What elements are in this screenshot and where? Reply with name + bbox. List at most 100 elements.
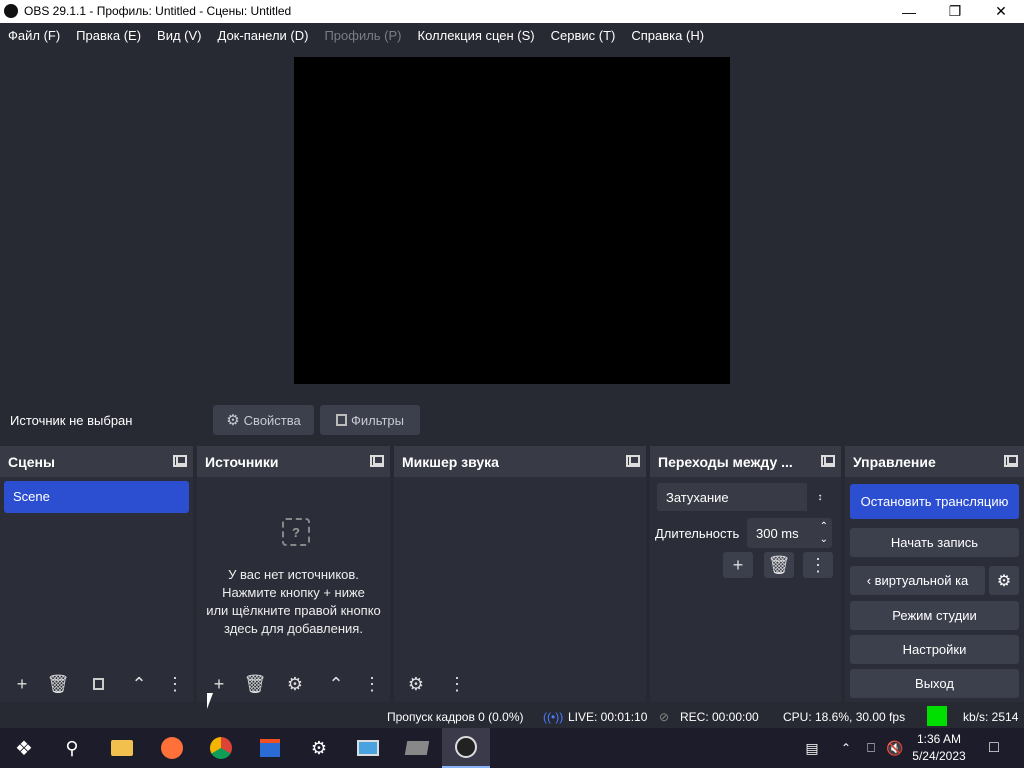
- duration-spinbox[interactable]: 300 ms ⌃ ⌄: [747, 518, 832, 548]
- empty-line: Нажмите кнопку + ниже: [222, 585, 365, 600]
- search-icon[interactable]: ⚲: [48, 728, 96, 768]
- dropped-frames-status: Пропуск кадров 0 (0.0%): [387, 710, 524, 724]
- chevron-up-icon[interactable]: ⌃: [832, 728, 860, 768]
- sources-dock-title: Источники: [197, 446, 390, 477]
- transition-select[interactable]: Затухание ↕: [657, 483, 833, 511]
- add-scene-button[interactable]: +: [7, 671, 37, 697]
- more-vertical-icon: ⋮: [166, 673, 184, 694]
- virtual-camera-settings-button[interactable]: ⚙: [989, 566, 1019, 595]
- studio-mode-button[interactable]: Режим студии: [850, 601, 1019, 630]
- gears-icon: ⚙: [407, 673, 425, 694]
- sources-dock: Источники ? У вас нет источников. Нажмит…: [197, 446, 390, 702]
- file-explorer-icon[interactable]: [98, 728, 146, 768]
- settings-app-icon[interactable]: ⚙: [295, 728, 343, 768]
- more-vertical-icon: ⋮: [809, 554, 827, 575]
- no-source-label: Источник не выбран: [10, 413, 133, 428]
- filters-button[interactable]: Фильтры: [320, 405, 420, 435]
- firefox-icon[interactable]: [148, 728, 196, 768]
- notifications-icon[interactable]: □: [970, 728, 1018, 768]
- trash-icon: 🗑: [46, 673, 70, 694]
- transitions-dock: Переходы между ... Затухание ↕ Длительно…: [650, 446, 841, 702]
- window-title: OBS 29.1.1 - Профиль: Untitled - Сцены: …: [24, 4, 292, 18]
- title-bar: OBS 29.1.1 - Профиль: Untitled - Сцены: …: [0, 0, 1024, 23]
- source-context-bar: Источник не выбран ⚙ Свойства Фильтры: [0, 400, 1024, 440]
- source-properties-button[interactable]: ⚙: [280, 671, 310, 697]
- more-vertical-icon: ⋮: [448, 673, 466, 694]
- menu-view[interactable]: Вид (V): [151, 28, 207, 43]
- float-dock-icon[interactable]: [1004, 455, 1018, 467]
- transition-more-button[interactable]: ⋮: [803, 552, 833, 578]
- maximize-button[interactable]: ❐: [932, 0, 978, 23]
- empty-line: или щёлкните правой кнопко: [206, 603, 381, 618]
- obs-taskbar-icon[interactable]: [442, 728, 490, 768]
- properties-label: Свойства: [243, 412, 301, 428]
- live-status: LIVE: 00:01:10: [568, 710, 648, 724]
- bitrate-status: kb/s: 2514: [963, 710, 1019, 724]
- float-dock-icon[interactable]: [626, 455, 640, 467]
- scenes-dock: Сцены Scene + 🗑 ⌃ ⋮: [0, 446, 193, 702]
- transition-type-value: Затухание: [666, 490, 729, 505]
- empty-line: здесь для добавления.: [224, 621, 363, 636]
- more-vertical-icon: ⋮: [363, 673, 381, 694]
- chrome-icon[interactable]: [197, 728, 245, 768]
- add-transition-button[interactable]: +: [723, 552, 753, 578]
- menu-tools[interactable]: Сервис (T): [545, 28, 622, 43]
- volume-muted-icon[interactable]: 🔇: [882, 728, 908, 768]
- move-scene-up-button[interactable]: ⌃: [124, 671, 154, 697]
- duration-label: Длительность: [655, 526, 740, 541]
- plus-icon: +: [732, 554, 744, 575]
- exit-button[interactable]: Выход: [850, 669, 1019, 698]
- scenes-dock-title: Сцены: [0, 446, 193, 477]
- filters-label: Фильтры: [350, 412, 404, 428]
- stop-streaming-button[interactable]: Остановить трансляцию: [850, 484, 1019, 519]
- store-icon[interactable]: [246, 728, 294, 768]
- rec-icon: ⊘: [659, 710, 670, 724]
- menu-file[interactable]: Файл (F): [2, 28, 66, 43]
- move-source-up-button[interactable]: ⌃: [321, 671, 351, 697]
- question-icon: ?: [282, 518, 310, 546]
- menu-bar: Файл (F) Правка (E) Вид (V) Док-панели (…: [0, 23, 1024, 47]
- remove-transition-button[interactable]: 🗑: [764, 552, 794, 578]
- news-icon[interactable]: ▤: [788, 728, 836, 768]
- spin-arrows-icon[interactable]: ⌃ ⌄: [820, 520, 828, 546]
- menu-docks[interactable]: Док-панели (D): [212, 28, 315, 43]
- float-dock-icon[interactable]: [173, 455, 187, 467]
- empty-line: У вас нет источников.: [228, 567, 359, 582]
- scene-more-button[interactable]: ⋮: [166, 671, 184, 697]
- menu-help[interactable]: Справка (H): [625, 28, 710, 43]
- filter-icon: [92, 678, 104, 690]
- gear-icon: ⚙: [996, 572, 1012, 590]
- mouse-cursor-icon: [207, 693, 213, 709]
- scene-filters-button[interactable]: [83, 671, 113, 697]
- clock[interactable]: 1:36 AM 5/24/2023: [908, 731, 970, 765]
- remove-source-button[interactable]: 🗑: [240, 671, 270, 697]
- preview-canvas[interactable]: [294, 57, 730, 384]
- float-dock-icon[interactable]: [370, 455, 384, 467]
- close-button[interactable]: ✕: [978, 0, 1024, 23]
- duration-value: 300 ms: [756, 526, 799, 541]
- filter-icon: [335, 414, 347, 426]
- clock-date: 5/24/2023: [912, 749, 966, 763]
- status-bar: Пропуск кадров 0 (0.0%) ((•)) LIVE: 00:0…: [0, 706, 1024, 728]
- app-icon[interactable]: [393, 728, 441, 768]
- trash-icon: 🗑: [243, 673, 267, 694]
- chevron-up-icon: ⌃: [328, 673, 344, 694]
- minimize-button[interactable]: —: [886, 0, 932, 23]
- updown-icon: ↕: [807, 483, 833, 511]
- network-icon[interactable]: ⎕: [858, 728, 884, 768]
- float-dock-icon[interactable]: [821, 455, 835, 467]
- properties-button[interactable]: ⚙ Свойства: [213, 405, 314, 435]
- control-panel-icon[interactable]: [344, 728, 392, 768]
- settings-button[interactable]: Настройки: [850, 635, 1019, 664]
- virtual-camera-button[interactable]: ‹ виртуальной ка: [850, 566, 985, 595]
- menu-scene-collection[interactable]: Коллекция сцен (S): [412, 28, 541, 43]
- source-more-button[interactable]: ⋮: [363, 671, 381, 697]
- mixer-more-button[interactable]: ⋮: [442, 671, 472, 697]
- windows-start-icon[interactable]: ❖: [0, 728, 48, 768]
- remove-scene-button[interactable]: 🗑: [43, 671, 73, 697]
- mixer-settings-button[interactable]: ⚙: [401, 671, 431, 697]
- start-recording-button[interactable]: Начать запись: [850, 528, 1019, 557]
- menu-edit[interactable]: Правка (E): [70, 28, 147, 43]
- chevron-up-icon: ⌃: [131, 673, 147, 694]
- scene-item[interactable]: Scene: [4, 481, 189, 513]
